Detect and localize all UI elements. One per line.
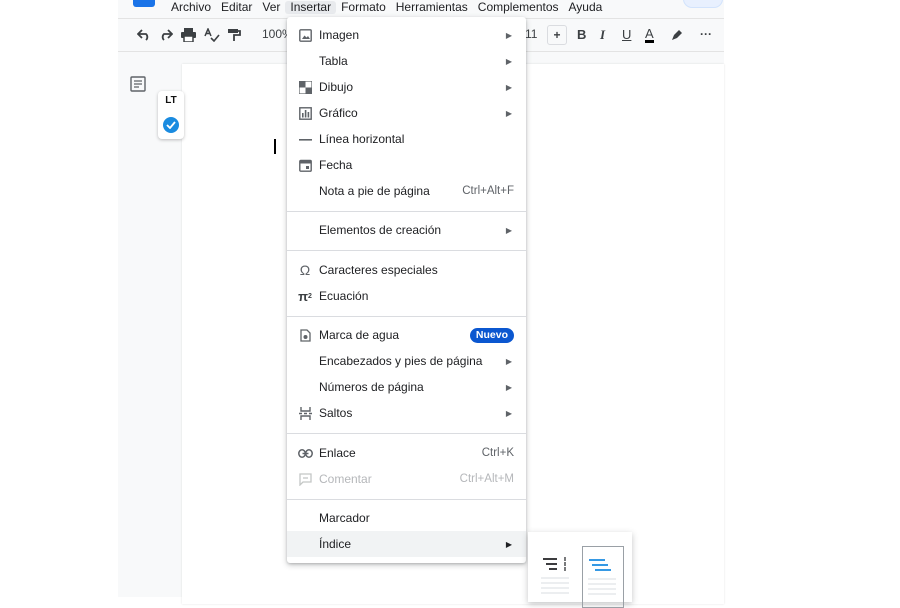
submenu-arrow-icon: ▶ (505, 225, 512, 235)
spellcheck-icon[interactable] (204, 27, 220, 43)
menubar: Archivo Editar Ver Insertar Formato Herr… (166, 0, 607, 14)
menu-item-caracteres-especiales[interactable]: Ω Caracteres especiales (287, 257, 526, 283)
share-button[interactable] (683, 0, 723, 8)
toc-with-links-option[interactable] (582, 546, 624, 608)
print-icon[interactable] (180, 27, 196, 43)
menu-editar[interactable]: Editar (216, 0, 257, 14)
undo-icon[interactable] (136, 27, 152, 43)
redo-icon[interactable] (158, 27, 174, 43)
menu-item-ecuacion[interactable]: π2 Ecuación (287, 283, 526, 309)
menu-separator (287, 433, 526, 434)
submenu-arrow-icon: ▶ (505, 108, 512, 118)
comment-icon (297, 471, 313, 487)
new-badge: Nuevo (469, 327, 514, 343)
menu-ayuda[interactable]: Ayuda (564, 0, 608, 14)
menu-item-comentar[interactable]: Comentar Ctrl+Alt+M (287, 466, 526, 492)
menu-complementos[interactable]: Complementos (473, 0, 564, 14)
image-icon (297, 27, 313, 43)
watermark-icon (297, 327, 313, 343)
menu-item-enlace[interactable]: Enlace Ctrl+K (287, 440, 526, 466)
menu-item-imagen[interactable]: Imagen ▶ (287, 22, 526, 48)
page-break-icon (297, 405, 313, 421)
docs-logo[interactable] (133, 0, 155, 7)
menu-separator (287, 499, 526, 500)
menu-insertar[interactable]: Insertar (285, 0, 337, 14)
shortcut-label: Ctrl+Alt+M (459, 473, 514, 485)
bold-button[interactable]: B (577, 27, 586, 42)
text-color-button[interactable]: A (645, 27, 654, 43)
menu-item-encabezados[interactable]: Encabezados y pies de página ▶ (287, 348, 526, 374)
omega-icon: Ω (299, 262, 311, 278)
link-icon (297, 445, 313, 461)
menu-item-marca-agua[interactable]: Marca de agua Nuevo (287, 322, 526, 348)
menu-herramientas[interactable]: Herramientas (391, 0, 473, 14)
menu-item-dibujo[interactable]: Dibujo ▶ (287, 74, 526, 100)
menu-item-elementos-creacion[interactable]: Elementos de creación ▶ (287, 217, 526, 243)
shortcut-label: Ctrl+K (481, 447, 514, 459)
menu-archivo[interactable]: Archivo (166, 0, 216, 14)
shortcut-label: Ctrl+Alt+F (462, 185, 514, 197)
submenu-arrow-icon: ▶ (505, 539, 512, 549)
highlight-pen-icon[interactable] (668, 27, 684, 43)
languagetool-widget[interactable]: LT (158, 91, 184, 139)
menu-item-numeros-pagina[interactable]: Números de página ▶ (287, 374, 526, 400)
submenu-arrow-icon: ▶ (505, 30, 512, 40)
calendar-icon (297, 157, 313, 173)
menu-item-linea-horizontal[interactable]: Línea horizontal (287, 126, 526, 152)
menu-item-indice[interactable]: Índice ▶ (287, 531, 526, 557)
menu-ver[interactable]: Ver (257, 0, 285, 14)
menu-item-tabla[interactable]: Tabla ▶ (287, 48, 526, 74)
paint-format-icon[interactable] (226, 27, 242, 43)
toc-submenu (528, 532, 632, 608)
menu-separator (287, 316, 526, 317)
submenu-arrow-icon: ▶ (505, 56, 512, 66)
menu-item-fecha[interactable]: Fecha (287, 152, 526, 178)
submenu-arrow-icon: ▶ (505, 356, 512, 366)
pi-icon: π2 (298, 288, 312, 304)
text-cursor (274, 139, 276, 154)
toc-with-page-numbers-option[interactable] (536, 546, 576, 606)
menu-item-saltos[interactable]: Saltos ▶ (287, 400, 526, 426)
drawing-icon (297, 79, 313, 95)
menu-separator (287, 250, 526, 251)
submenu-arrow-icon: ▶ (505, 82, 512, 92)
italic-button[interactable]: I (600, 27, 605, 43)
languagetool-logo: LT (165, 95, 177, 106)
font-size-increase-button[interactable]: + (547, 25, 567, 45)
menu-item-grafico[interactable]: Gráfico ▶ (287, 100, 526, 126)
insert-dropdown-menu: Imagen ▶ Tabla ▶ Dibujo ▶ Gráfico ▶ Líne… (287, 17, 526, 563)
menu-item-nota-pie[interactable]: Nota a pie de página Ctrl+Alt+F (287, 178, 526, 204)
menu-item-marcador[interactable]: Marcador (287, 505, 526, 531)
more-options-button[interactable]: ··· (700, 27, 712, 41)
font-size-field[interactable]: 11 (525, 27, 537, 41)
menu-separator (287, 211, 526, 212)
outline-icon[interactable] (130, 76, 146, 92)
submenu-arrow-icon: ▶ (505, 382, 512, 392)
submenu-arrow-icon: ▶ (505, 408, 512, 418)
chart-icon (297, 105, 313, 121)
menu-formato[interactable]: Formato (336, 0, 391, 14)
horizontal-line-icon (297, 131, 313, 147)
underline-button[interactable]: U (622, 27, 631, 42)
check-icon (163, 117, 179, 133)
